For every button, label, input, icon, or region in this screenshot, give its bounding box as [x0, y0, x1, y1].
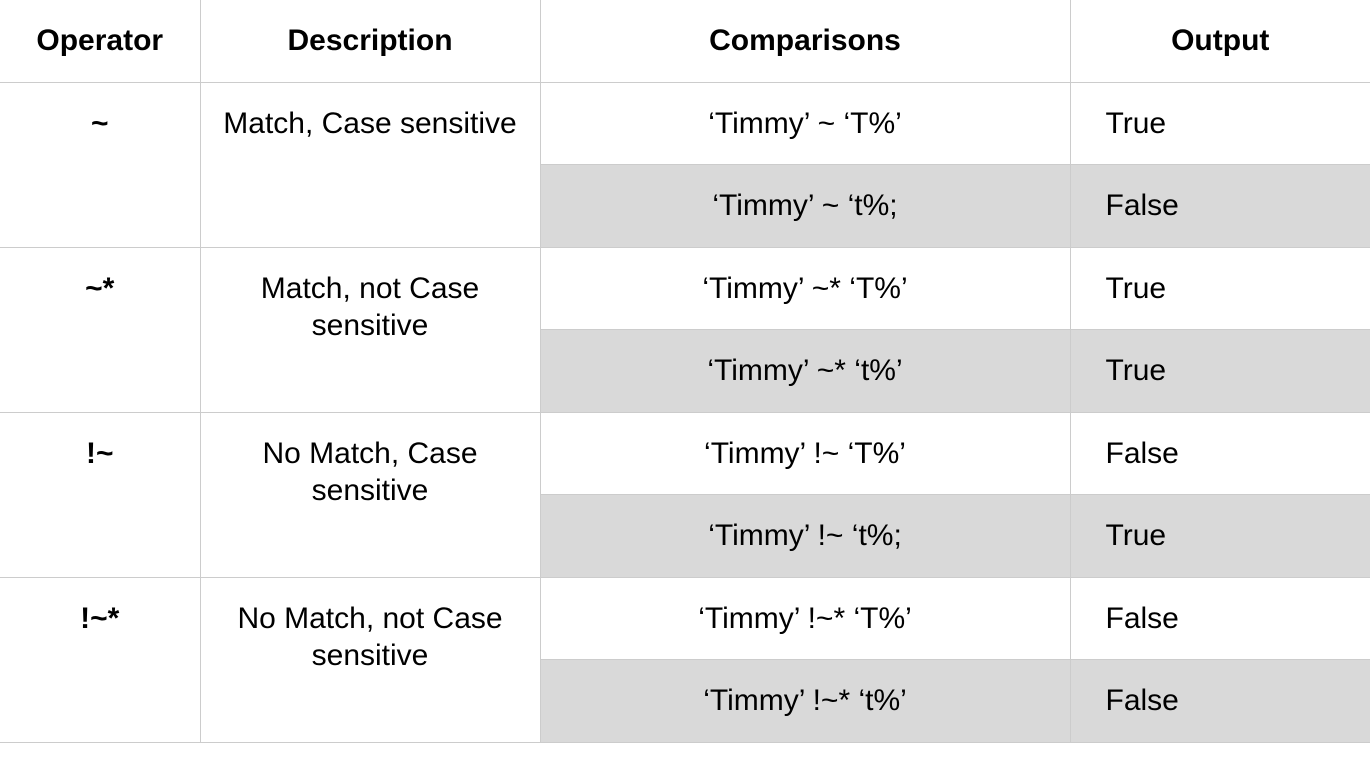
header-description: Description	[200, 0, 540, 82]
comparison-cell: ‘Timmy’ ~ ‘T%’	[540, 82, 1070, 165]
header-operator: Operator	[0, 0, 200, 82]
operator-cell: ~*	[0, 247, 200, 412]
description-cell: No Match, Case sensitive	[200, 412, 540, 577]
operator-cell: !~	[0, 412, 200, 577]
operator-table: Operator Description Comparisons Output …	[0, 0, 1370, 743]
operator-cell: ~	[0, 82, 200, 247]
comparison-cell: ‘Timmy’ !~* ‘t%’	[540, 660, 1070, 743]
comparison-cell: ‘Timmy’ !~* ‘T%’	[540, 577, 1070, 660]
table-row: !~ No Match, Case sensitive ‘Timmy’ !~ ‘…	[0, 412, 1370, 495]
table-header-row: Operator Description Comparisons Output	[0, 0, 1370, 82]
comparison-cell: ‘Timmy’ !~ ‘T%’	[540, 412, 1070, 495]
output-cell: True	[1070, 82, 1370, 165]
output-cell: True	[1070, 247, 1370, 330]
output-cell: False	[1070, 577, 1370, 660]
comparison-cell: ‘Timmy’ !~ ‘t%;	[540, 495, 1070, 578]
output-cell: False	[1070, 165, 1370, 248]
output-cell: False	[1070, 412, 1370, 495]
description-cell: Match, not Case sensitive	[200, 247, 540, 412]
table-row: ~* Match, not Case sensitive ‘Timmy’ ~* …	[0, 247, 1370, 330]
output-cell: True	[1070, 330, 1370, 413]
operator-cell: !~*	[0, 577, 200, 742]
table-row: !~* No Match, not Case sensitive ‘Timmy’…	[0, 577, 1370, 660]
comparison-cell: ‘Timmy’ ~ ‘t%;	[540, 165, 1070, 248]
comparison-cell: ‘Timmy’ ~* ‘t%’	[540, 330, 1070, 413]
output-cell: True	[1070, 495, 1370, 578]
table-row: ~ Match, Case sensitive ‘Timmy’ ~ ‘T%’ T…	[0, 82, 1370, 165]
comparison-cell: ‘Timmy’ ~* ‘T%’	[540, 247, 1070, 330]
header-output: Output	[1070, 0, 1370, 82]
description-cell: No Match, not Case sensitive	[200, 577, 540, 742]
output-cell: False	[1070, 660, 1370, 743]
header-comparisons: Comparisons	[540, 0, 1070, 82]
description-cell: Match, Case sensitive	[200, 82, 540, 247]
